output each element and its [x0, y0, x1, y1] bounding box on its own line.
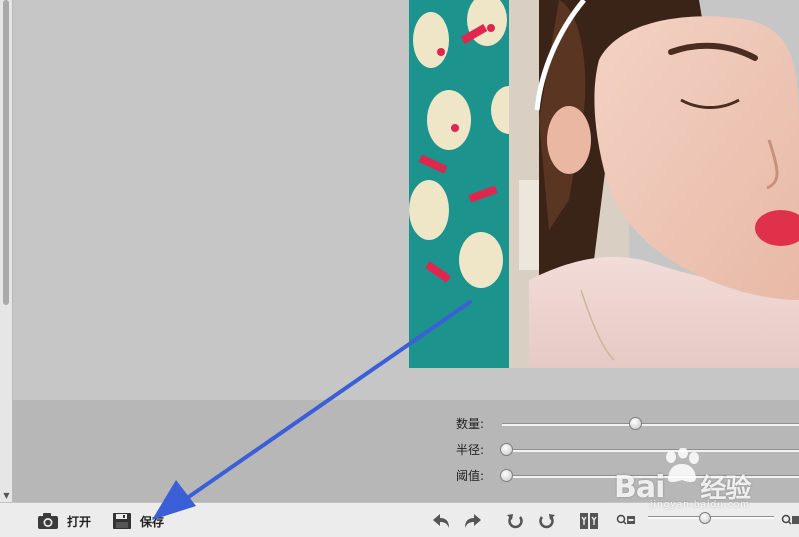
- vertical-scrollbar[interactable]: ▼: [0, 0, 13, 502]
- rotate-right-button[interactable]: [537, 511, 557, 531]
- save-button-label: 保存: [140, 514, 165, 529]
- photo-preview: [409, 0, 799, 368]
- adjustment-panel: 数量: 半径: 阈值:: [13, 400, 799, 502]
- bottom-toolbar: 打开 保存: [0, 502, 799, 537]
- amount-slider-knob[interactable]: [629, 417, 643, 430]
- scrollbar-thumb[interactable]: [3, 0, 9, 305]
- save-button[interactable]: 保存: [112, 510, 164, 532]
- radius-slider-knob[interactable]: [500, 443, 513, 456]
- zoom-out-icon: [616, 514, 635, 525]
- slider-label-threshold: 阈值:: [456, 469, 485, 483]
- zoom-in-icon: [781, 514, 799, 525]
- zoom-out-button[interactable]: [616, 511, 636, 531]
- slider-row-amount: 数量:: [13, 413, 799, 435]
- open-button-label: 打开: [67, 514, 92, 529]
- redo-button[interactable]: [463, 511, 483, 531]
- compare-button[interactable]: [579, 511, 599, 531]
- floppy-disk-icon: [113, 513, 131, 529]
- slider-row-threshold: 阈值:: [13, 465, 799, 487]
- threshold-slider-track[interactable]: [502, 475, 799, 478]
- undo-arrow-icon: [433, 514, 449, 528]
- radius-slider-track[interactable]: [502, 449, 799, 452]
- slider-label-radius: 半径:: [456, 443, 485, 457]
- scroll-down-arrow-icon[interactable]: ▼: [0, 492, 13, 500]
- threshold-slider-knob[interactable]: [500, 469, 513, 482]
- undo-button[interactable]: [431, 511, 451, 531]
- slider-row-radius: 半径:: [13, 439, 799, 461]
- rotate-right-icon: [539, 514, 555, 529]
- camera-icon: [38, 513, 58, 529]
- slider-label-amount: 数量:: [456, 417, 485, 431]
- zoom-in-button[interactable]: [780, 511, 799, 531]
- redo-arrow-icon: [465, 514, 481, 528]
- portrait-photo: [409, 0, 799, 368]
- rotate-left-button[interactable]: [505, 511, 525, 531]
- rotate-left-icon: [507, 514, 523, 529]
- open-button[interactable]: 打开: [37, 510, 91, 532]
- before-after-icon: [580, 513, 598, 529]
- amount-slider-track[interactable]: [502, 423, 799, 426]
